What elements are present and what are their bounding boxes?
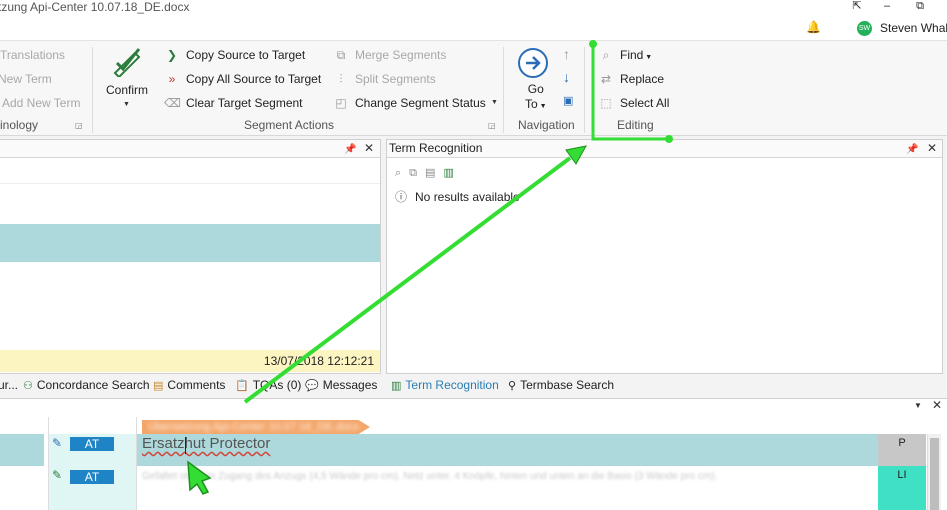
group-separator — [503, 47, 504, 133]
copy-icon[interactable]: ⧉ — [409, 167, 425, 179]
book-icon[interactable]: ▥ — [443, 167, 461, 179]
minimize-button[interactable]: – — [872, 0, 902, 14]
term-toolbar: ⌕⧉▤▥ — [395, 166, 462, 180]
group-launcher-icon[interactable]: ◲ — [75, 121, 83, 130]
maximize-button[interactable]: ⧉ — [905, 0, 935, 14]
panel-title: Term Recognition — [389, 141, 483, 155]
left-panel-header: 📌 ✕ — [0, 140, 380, 158]
list-icon[interactable]: ▤ — [425, 167, 443, 179]
group-separator — [584, 47, 585, 133]
select-all-button[interactable]: ⬚ Select All — [598, 96, 669, 110]
bell-icon[interactable]: 🔔 — [806, 20, 821, 34]
search-icon[interactable]: ⌕ — [395, 167, 409, 179]
user-name[interactable]: Steven Whale — [880, 21, 947, 35]
go-to-button[interactable]: Go To ▼ — [525, 82, 547, 114]
panel-tabs: ur... ⚇ Concordance Search ▤ Comments 📋 TQA… — [0, 376, 947, 396]
close-icon[interactable]: ✕ — [364, 140, 374, 157]
select-segment-icon[interactable]: ▣ — [563, 94, 573, 107]
info-bar: 13/07/2018 12:12:21 — [0, 350, 380, 372]
text-cursor — [185, 437, 186, 454]
source-cell — [0, 434, 44, 466]
confirm-icon[interactable] — [111, 47, 143, 77]
tab-tqas[interactable]: 📋 TQAs (0) — [235, 378, 301, 392]
pencil-check-icon: ✎ — [52, 468, 63, 482]
go-to-arrow-icon[interactable] — [518, 48, 548, 78]
status-badge: LI — [878, 466, 926, 510]
group-label-segment-actions: Segment Actions — [244, 118, 335, 132]
status-badge: P — [878, 434, 926, 466]
title-bar: tzung Api-Center 10.07.18_DE.docx ⇱ – ⧉ … — [0, 0, 947, 40]
window-title: tzung Api-Center 10.07.18_DE.docx — [0, 0, 190, 14]
group-launcher-icon[interactable]: ◲ — [488, 121, 496, 130]
replace-icon: ⇄ — [600, 72, 612, 86]
replace-button[interactable]: ⇄ Replace — [598, 72, 664, 86]
clipboard-icon: 📋 — [235, 380, 249, 392]
group-separator — [92, 47, 93, 133]
ribbon: Translations New Term Add New Term inolo… — [0, 40, 947, 136]
clear-target-segment-button[interactable]: ⌫ Clear Target Segment — [164, 96, 303, 110]
copy-all-source-to-target-button[interactable]: » Copy All Source to Target — [164, 72, 322, 86]
term-recognition-panel: Term Recognition 📌 ✕ ⌕⧉▤▥ ⓘ No results av… — [386, 139, 943, 374]
scroll-thumb[interactable] — [930, 438, 939, 510]
tab-messages[interactable]: 💬 Messages — [305, 378, 377, 392]
avatar[interactable]: SW — [857, 21, 872, 36]
no-results-message: ⓘ No results available — [395, 190, 520, 204]
tab-comments[interactable]: ▤ Comments — [153, 378, 225, 392]
termbase-search-icon: ⚲ — [508, 380, 517, 392]
merge-icon: ⧉ — [336, 48, 346, 62]
group-label-terminology: inology — [0, 118, 39, 132]
left-panel-toolbar — [0, 162, 380, 184]
status-dropdown-icon[interactable]: ▼ — [491, 99, 498, 106]
arrow-up-icon[interactable]: ↑ — [563, 46, 570, 62]
pin-icon[interactable]: 📌 — [344, 141, 356, 158]
restore-button[interactable]: ⇱ — [842, 0, 872, 14]
binoculars-icon: ⌕ — [602, 48, 610, 62]
merge-segments-button[interactable]: ⧉ Merge Segments — [333, 48, 447, 63]
chevron-right-icon: ❯ — [166, 48, 178, 62]
tab-truncated[interactable]: ur... — [0, 378, 18, 392]
file-tag: Übersetzung Api-Center 10.07.18_DE.docx — [142, 420, 370, 434]
group-label-navigation: Navigation — [518, 118, 575, 132]
split-segments-button[interactable]: ⫶ Split Segments — [333, 72, 435, 87]
select-all-icon: ⬚ — [600, 96, 612, 110]
eraser-icon: ⌫ — [164, 96, 181, 110]
close-icon[interactable]: ✕ — [927, 140, 937, 157]
timestamp: 13/07/2018 12:12:21 — [263, 354, 374, 368]
concordance-icon: ⚇ — [23, 380, 33, 392]
scrollbar[interactable] — [927, 434, 941, 510]
arrow-down-icon[interactable]: ↓ — [563, 69, 570, 85]
term-icon: ▥ — [391, 380, 402, 392]
ribbon-translations[interactable]: Translations — [0, 48, 65, 62]
tab-concordance-search[interactable]: ⚇ Concordance Search — [23, 378, 150, 392]
ribbon-add-new-term[interactable]: Add New Term — [2, 96, 80, 110]
tab-term-recognition[interactable]: ▥ Term Recognition — [391, 378, 499, 392]
confirm-dropdown-icon[interactable]: ▼ — [123, 101, 130, 108]
chevron-down-icon[interactable]: ▼ — [914, 401, 922, 410]
pin-icon[interactable]: 📌 — [906, 141, 918, 158]
split-icon: ⫶ — [339, 72, 343, 86]
change-segment-status-button[interactable]: ◰ Change Segment Status — [333, 96, 485, 110]
message-icon: 💬 — [305, 380, 319, 392]
target-text[interactable]: Ersatzhut Protector — [142, 435, 270, 452]
segment-row[interactable]: ✎ AT Ersatzhut Protector — [0, 434, 947, 466]
target-text-blurred[interactable]: Gefaltet oben im Zugang des Anzugs (4,5 … — [142, 470, 872, 484]
close-icon[interactable]: ✕ — [932, 398, 942, 412]
group-label-editing: Editing — [617, 118, 654, 132]
left-panel: 📌 ✕ 13/07/2018 12:12:21 — [0, 139, 381, 374]
comment-icon: ▤ — [153, 380, 164, 392]
find-button[interactable]: ⌕ Find ▼ — [598, 48, 653, 63]
info-icon: ⓘ — [395, 190, 408, 204]
lang-badge: AT — [70, 437, 114, 451]
copy-source-to-target-button[interactable]: ❯ Copy Source to Target — [164, 48, 305, 62]
confirm-button[interactable]: Confirm — [106, 83, 148, 97]
lang-badge: AT — [70, 470, 114, 484]
term-recognition-header: Term Recognition 📌 ✕ — [387, 140, 942, 158]
selected-result-row[interactable] — [0, 224, 380, 262]
status-icon: ◰ — [335, 96, 347, 110]
double-chevron-icon: » — [168, 72, 176, 86]
pencil-icon: ✎ — [52, 436, 63, 450]
tab-termbase-search[interactable]: ⚲ Termbase Search — [508, 378, 614, 392]
ribbon-new-term[interactable]: New Term — [0, 72, 52, 86]
